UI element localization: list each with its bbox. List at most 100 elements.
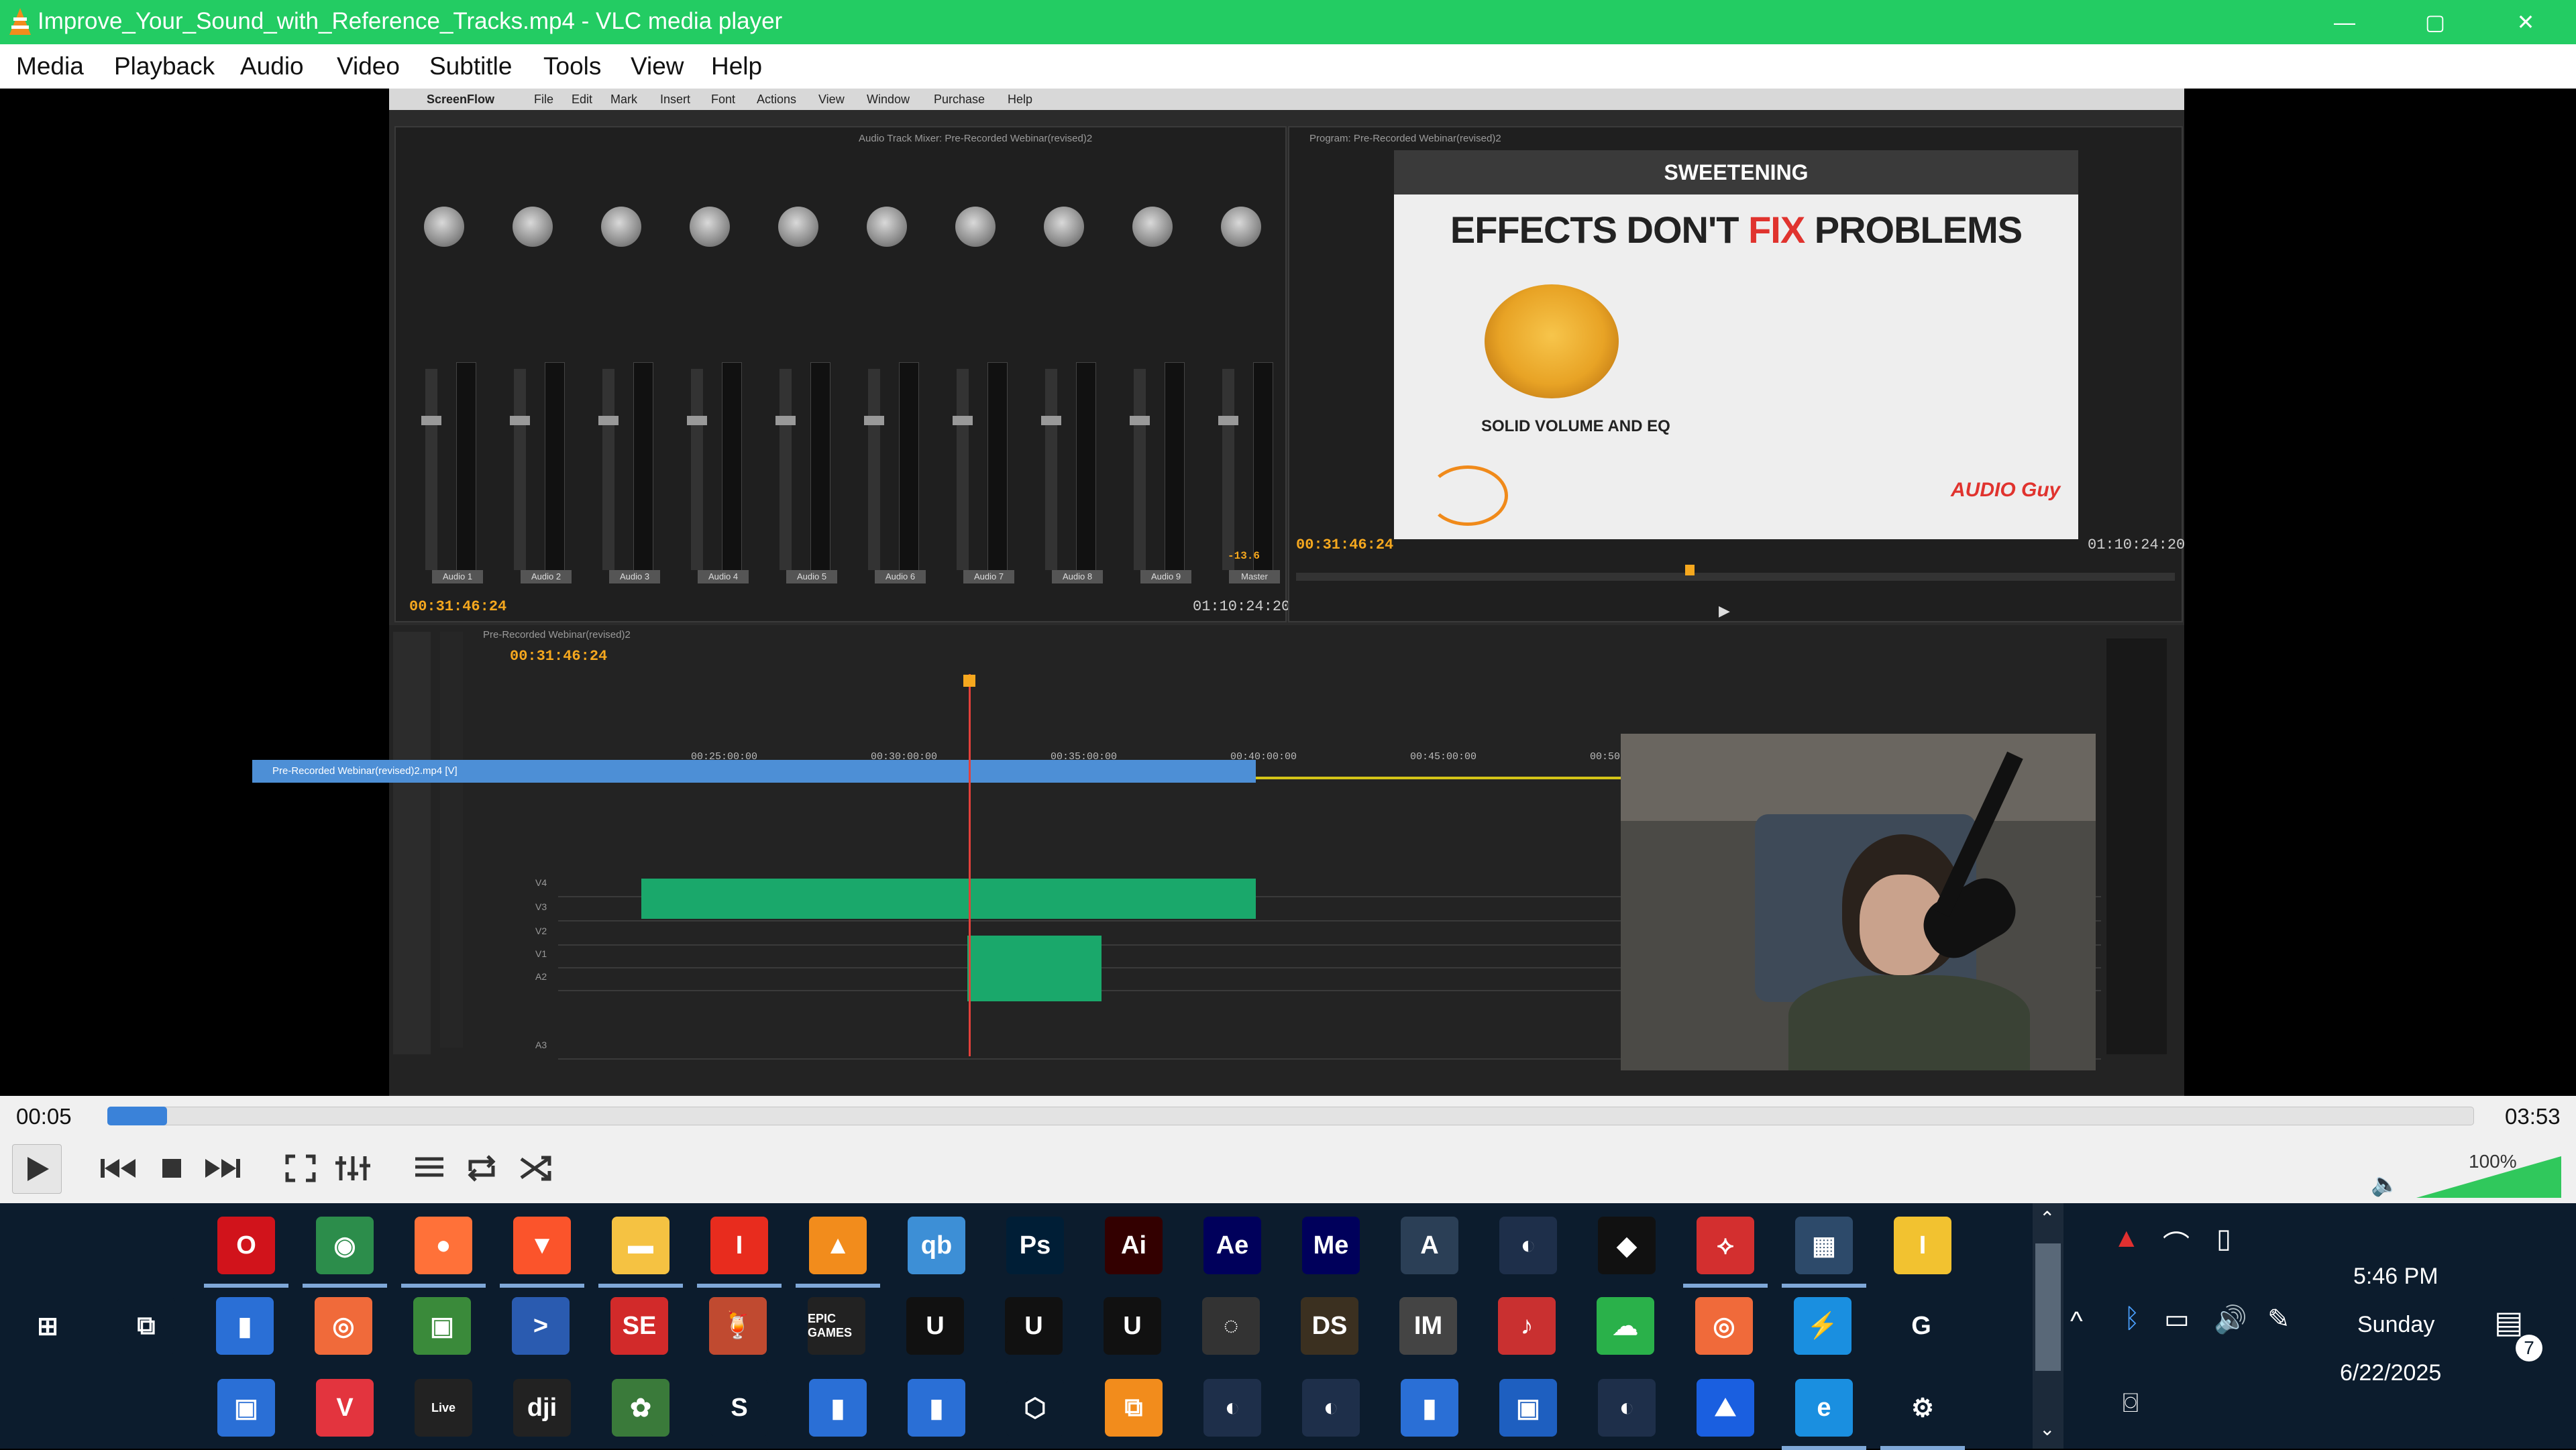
taskbar-scrollbar[interactable]: ⌃ ⌄ (2033, 1203, 2063, 1449)
track-header[interactable]: V4 (535, 877, 547, 888)
playlist-button[interactable] (405, 1144, 453, 1192)
fader-handle[interactable] (1130, 416, 1150, 425)
fader-handle[interactable] (1041, 416, 1061, 425)
app-blue-icon[interactable]: ▮ (216, 1297, 274, 1355)
extended-settings-button[interactable] (329, 1144, 377, 1192)
pan-knob[interactable] (513, 207, 553, 247)
fader-handle[interactable] (598, 416, 619, 425)
pen-icon[interactable]: ✎ (2267, 1304, 2290, 1335)
calculator-icon[interactable]: ▦ (1795, 1217, 1853, 1274)
app-pinwheel-icon[interactable]: ✿ (612, 1379, 669, 1437)
program-play-button[interactable]: ▶ (1719, 602, 1730, 620)
fader-handle[interactable] (510, 416, 530, 425)
app-blue3-icon[interactable]: ▮ (908, 1379, 965, 1437)
app-win-icon[interactable]: ▣ (217, 1379, 275, 1437)
volume-fader[interactable] (691, 369, 703, 570)
menu-video[interactable]: Video (337, 44, 400, 89)
app-yellow-icon[interactable]: I (1894, 1217, 1951, 1274)
play-button[interactable] (12, 1144, 62, 1194)
app-orange3-icon[interactable]: ⧉ (1105, 1379, 1163, 1437)
timeline-playhead[interactable] (969, 674, 971, 1056)
after-effects-icon[interactable]: Ae (1203, 1217, 1261, 1274)
video-clip[interactable]: Pre-Recorded Webinar(revised)2.mp4 [V] (252, 760, 1256, 783)
logitech-icon[interactable]: G (1892, 1297, 1950, 1355)
program-scrubber[interactable] (1296, 573, 2175, 581)
loop-button[interactable] (458, 1144, 506, 1192)
track-header[interactable]: V1 (535, 948, 547, 959)
app-orange2-icon[interactable]: ◎ (1695, 1297, 1753, 1355)
app-black-icon[interactable]: ◆ (1598, 1217, 1656, 1274)
tray-usb-icon[interactable]: ▯ (2216, 1223, 2231, 1254)
pan-knob[interactable] (1132, 207, 1173, 247)
volume-slider[interactable] (2415, 1155, 2563, 1199)
unreal-icon-3[interactable]: U (1104, 1297, 1161, 1355)
volume-fader[interactable] (1134, 369, 1146, 570)
illustrator-icon[interactable]: Ai (1105, 1217, 1163, 1274)
app-guitar-icon[interactable]: ♪ (1498, 1297, 1556, 1355)
clock-day[interactable]: Sunday (2357, 1312, 2434, 1338)
audio-clip-a3[interactable] (967, 936, 1102, 1001)
scroll-thumb[interactable] (2035, 1243, 2061, 1371)
fader-handle[interactable] (864, 416, 884, 425)
dji-icon[interactable]: dji (513, 1379, 571, 1437)
cinema4d-3-icon[interactable]: ◐ (1302, 1379, 1360, 1437)
ds-icon[interactable]: DS (1301, 1297, 1358, 1355)
speaker-icon[interactable]: 🔊 (2214, 1304, 2247, 1335)
app-blue2-icon[interactable]: ▮ (809, 1379, 867, 1437)
volume-fader[interactable] (868, 369, 880, 570)
firefox-icon[interactable]: ● (415, 1217, 472, 1274)
menu-help[interactable]: Help (711, 44, 762, 89)
fullscreen-button[interactable] (276, 1144, 325, 1192)
fader-handle[interactable] (775, 416, 796, 425)
menu-view[interactable]: View (631, 44, 684, 89)
stop-button[interactable] (148, 1144, 196, 1192)
chrome-icon[interactable]: ◉ (316, 1217, 374, 1274)
fader-handle[interactable] (1218, 416, 1238, 425)
fader-handle[interactable] (953, 416, 973, 425)
mute-button[interactable]: 🔈 (2371, 1171, 2399, 1198)
app-se-icon[interactable]: SE (610, 1297, 668, 1355)
chevron-down-icon[interactable]: ⌄ (2039, 1418, 2055, 1440)
app-green-icon[interactable]: ▣ (413, 1297, 471, 1355)
file-explorer-icon[interactable]: ▬ (612, 1217, 669, 1274)
pan-knob[interactable] (778, 207, 818, 247)
volume-fader[interactable] (425, 369, 437, 570)
track-header[interactable]: V3 (535, 901, 547, 912)
volume-fader[interactable] (780, 369, 792, 570)
previous-button[interactable] (94, 1144, 142, 1192)
meet-now-icon[interactable]: ⌼ (2123, 1388, 2139, 1418)
cinema4d-4-icon[interactable]: ◐ (1598, 1379, 1656, 1437)
opera-icon[interactable]: O (217, 1217, 275, 1274)
vlc-icon[interactable]: ▲ (809, 1217, 867, 1274)
seek-bar[interactable] (107, 1107, 2474, 1125)
clock-time[interactable]: 5:46 PM (2353, 1264, 2438, 1290)
show-hidden-icons-icon[interactable]: ^ (2070, 1306, 2083, 1337)
bluetooth-icon[interactable]: ᛒ (2124, 1304, 2140, 1334)
cinema4d-2-icon[interactable]: ◐ (1203, 1379, 1261, 1437)
app-orange-icon[interactable]: ◎ (315, 1297, 372, 1355)
tray-app-arc-icon[interactable]: ⌒ (2163, 1223, 2190, 1262)
track-header[interactable]: V2 (535, 926, 547, 936)
qbittorrent-icon[interactable]: qb (908, 1217, 965, 1274)
menu-audio[interactable]: Audio (240, 44, 304, 89)
photoshop-icon[interactable]: Ps (1006, 1217, 1064, 1274)
elapsed-time[interactable]: 00:05 (16, 1104, 72, 1129)
vivaldi-icon[interactable]: V (316, 1379, 374, 1437)
translator-icon[interactable]: A (1401, 1217, 1458, 1274)
cube-icon[interactable]: ⬡ (1006, 1379, 1064, 1437)
cinema4d-icon[interactable]: ◐ (1499, 1217, 1557, 1274)
app-blue5-icon[interactable]: ▣ (1499, 1379, 1557, 1437)
acrobat-icon[interactable]: ⟡ (1697, 1217, 1754, 1274)
app-red-icon[interactable]: I (710, 1217, 768, 1274)
pan-knob[interactable] (601, 207, 641, 247)
app-blue4-icon[interactable]: ▮ (1401, 1379, 1458, 1437)
menu-subtitle[interactable]: Subtitle (429, 44, 512, 89)
chevron-up-icon[interactable]: ⌃ (2039, 1207, 2055, 1229)
volume-fader[interactable] (1222, 369, 1234, 570)
app-mountain-icon[interactable]: ⛰ (1697, 1379, 1754, 1437)
brave-icon[interactable]: ▼ (513, 1217, 571, 1274)
media-encoder-icon[interactable]: Me (1302, 1217, 1360, 1274)
unreal-icon[interactable]: U (906, 1297, 964, 1355)
pan-knob[interactable] (1221, 207, 1261, 247)
track-header[interactable]: A3 (535, 1040, 547, 1050)
